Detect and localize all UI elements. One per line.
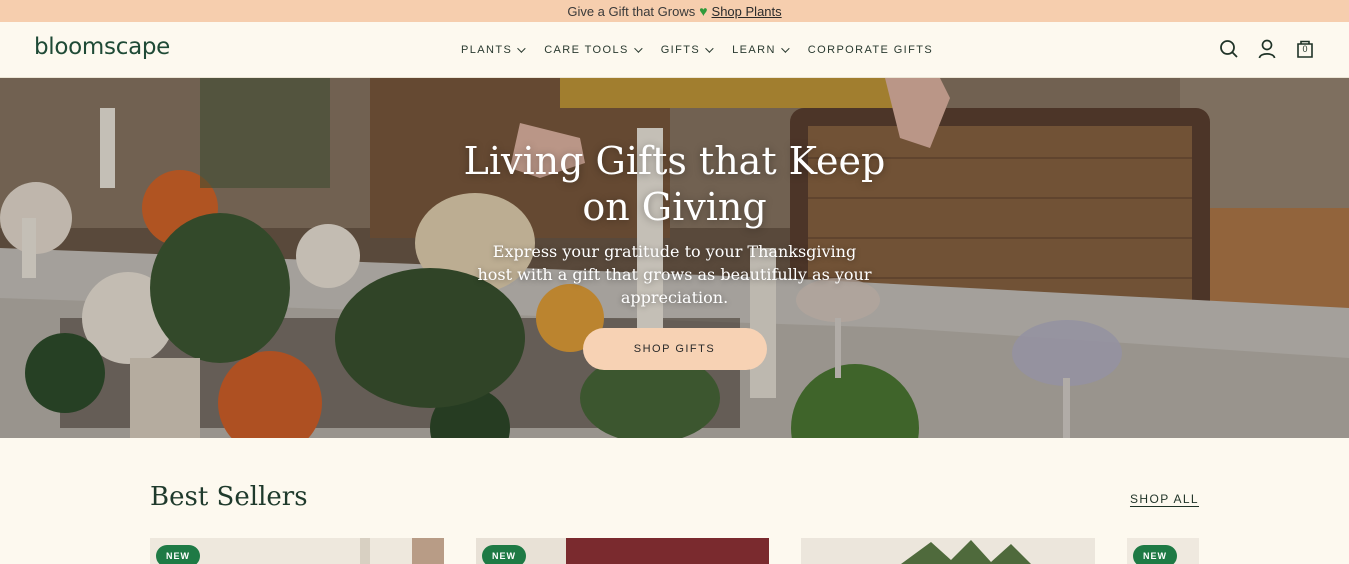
shop-plants-link[interactable]: Shop Plants xyxy=(712,4,782,19)
nav-gifts[interactable]: GIFTS xyxy=(660,44,714,56)
new-badge: NEW xyxy=(1133,545,1177,564)
nav-care-tools[interactable]: CARE TOOLS xyxy=(544,44,643,56)
nav-corporate-gifts-label: CORPORATE GIFTS xyxy=(807,44,934,56)
new-badge: NEW xyxy=(482,545,526,564)
product-card[interactable] xyxy=(801,538,1095,564)
nav-learn[interactable]: LEARN xyxy=(732,44,790,56)
nav-care-tools-label: CARE TOOLS xyxy=(544,44,629,56)
chevron-down-icon xyxy=(705,44,714,53)
nav-plants[interactable]: PLANTS xyxy=(461,44,526,56)
nav-corporate-gifts[interactable]: CORPORATE GIFTS xyxy=(808,44,933,56)
best-sellers-section: Best Sellers SHOP ALL NEW NEW NEW xyxy=(0,438,1349,564)
best-sellers-title: Best Sellers xyxy=(150,482,308,512)
account-icon[interactable] xyxy=(1257,38,1277,60)
logo[interactable]: bloomscape xyxy=(34,34,170,60)
hero-banner: Living Gifts that Keep on Giving Express… xyxy=(0,78,1349,438)
chevron-down-icon xyxy=(517,44,526,53)
nav-gifts-label: GIFTS xyxy=(660,44,701,56)
promo-bar: Give a Gift that Grows ♥ Shop Plants xyxy=(0,0,1349,22)
promo-text: Give a Gift that Grows xyxy=(567,3,696,19)
hero-title: Living Gifts that Keep on Giving xyxy=(463,139,886,229)
chevron-down-icon xyxy=(633,44,643,53)
shop-gifts-button[interactable]: SHOP GIFTS xyxy=(582,328,767,370)
product-card[interactable]: NEW xyxy=(150,538,444,564)
nav-plants-label: PLANTS xyxy=(461,44,513,56)
nav-learn-label: LEARN xyxy=(732,44,776,56)
hero-subtitle: Express your gratitude to your Thanksgiv… xyxy=(477,242,872,307)
product-image xyxy=(801,538,1095,564)
product-card[interactable]: NEW xyxy=(476,538,769,564)
heart-icon: ♥ xyxy=(699,3,708,19)
shop-all-link[interactable]: SHOP ALL xyxy=(1130,492,1199,506)
main-nav: PLANTS CARE TOOLS GIFTS LEARN CORPORATE … xyxy=(461,22,933,78)
hero-copy: Living Gifts that Keep on Giving Express… xyxy=(0,138,1349,370)
cart-count: 0 xyxy=(1302,44,1308,54)
product-card[interactable]: NEW xyxy=(1127,538,1199,564)
cart-icon[interactable]: 0 xyxy=(1295,38,1315,60)
chevron-down-icon xyxy=(780,44,790,53)
new-badge: NEW xyxy=(156,545,200,564)
main-header: bloomscape PLANTS CARE TOOLS GIFTS LEARN… xyxy=(0,22,1349,78)
search-icon[interactable] xyxy=(1219,38,1239,60)
header-icons: 0 xyxy=(1219,38,1315,60)
